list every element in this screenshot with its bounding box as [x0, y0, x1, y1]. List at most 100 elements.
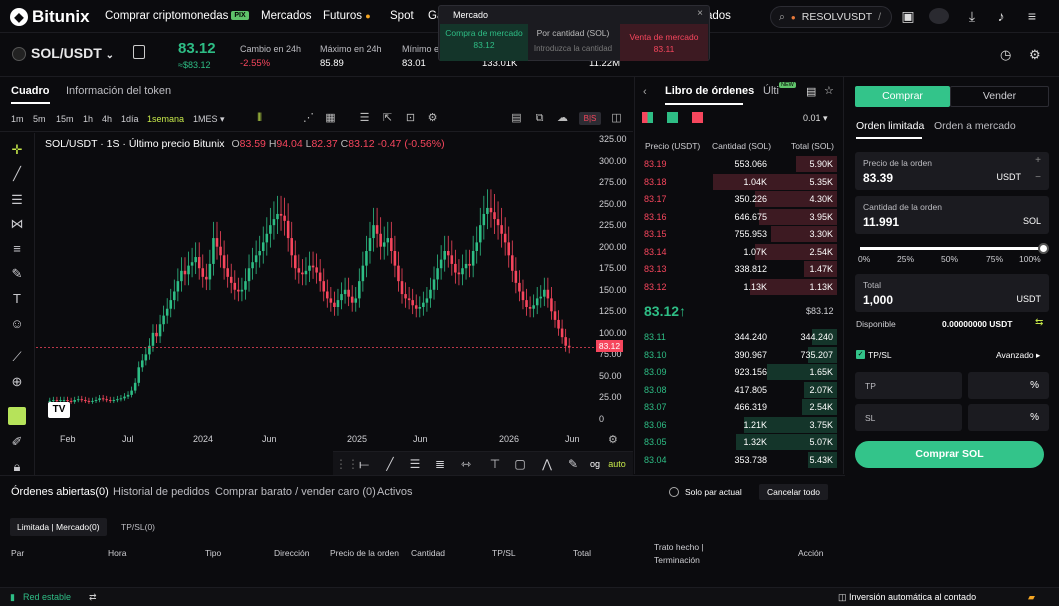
- market-order-tab[interactable]: Orden a mercado: [934, 120, 1016, 132]
- nav-buy-crypto[interactable]: Comprar criptomonedas PIX: [105, 10, 249, 22]
- ob-list-icon[interactable]: ▤: [806, 85, 816, 98]
- candlestick-chart[interactable]: [36, 133, 596, 453]
- slider-mark-25[interactable]: 25%: [897, 254, 914, 264]
- magnet-icon[interactable]: [8, 407, 26, 425]
- nav-futures[interactable]: Futuros ●: [323, 10, 371, 22]
- ask-row[interactable]: 83.15 755.953 3.30K: [635, 226, 841, 242]
- quantity-field[interactable]: Cantidad de la orden 11.991 SOL: [855, 196, 1049, 234]
- text-icon[interactable]: T: [8, 290, 26, 308]
- pitchfork-icon[interactable]: ⋈: [8, 215, 26, 233]
- wallet-icon[interactable]: ▣: [900, 8, 916, 24]
- emoji-icon[interactable]: ☺: [8, 315, 26, 333]
- close-icon[interactable]: ×: [697, 8, 703, 19]
- cloud-icon[interactable]: ☁: [556, 112, 569, 125]
- ask-row[interactable]: 83.12 1.13K 1.13K: [635, 278, 841, 295]
- tab-last-trades[interactable]: Últi NEW: [763, 82, 796, 97]
- clock-icon[interactable]: ◷: [1000, 47, 1011, 63]
- star-icon[interactable]: ☆: [824, 84, 834, 97]
- support-chat-icon[interactable]: ▰: [1028, 592, 1035, 603]
- tf-4h[interactable]: 4h: [102, 114, 112, 124]
- ask-row[interactable]: 83.16 646.675 3.95K: [635, 208, 841, 225]
- slider-mark-50[interactable]: 50%: [941, 254, 958, 264]
- buy-tab[interactable]: Comprar: [855, 86, 950, 107]
- auto-scale-toggle[interactable]: auto: [605, 456, 629, 472]
- tf-5m[interactable]: 5m: [33, 114, 46, 124]
- parallel-channel-icon[interactable]: ☰: [406, 456, 424, 472]
- log-scale-toggle[interactable]: og: [586, 456, 604, 472]
- tf-15m[interactable]: 15m: [56, 114, 74, 124]
- bsp-toggle-icon[interactable]: B|S: [579, 112, 601, 125]
- ob-view-bids-icon[interactable]: [667, 112, 678, 123]
- ruler-icon[interactable]: ⟋: [8, 348, 26, 366]
- bid-row[interactable]: 83.05 1.32K 5.07K: [635, 434, 841, 450]
- lock-icon[interactable]: 🔒︎: [8, 458, 26, 476]
- tab-chart[interactable]: Cuadro: [11, 85, 50, 104]
- layers-icon[interactable]: ◫: [610, 112, 623, 125]
- subtab-tpsl[interactable]: TP/SL(0): [121, 522, 155, 532]
- tpsl-checkbox[interactable]: ✓: [856, 350, 865, 359]
- tab-token-info[interactable]: Información del token: [66, 85, 171, 97]
- slider-mark-100[interactable]: 100%: [1019, 254, 1041, 264]
- indicators-icon[interactable]: ⋰: [302, 112, 315, 125]
- bid-row[interactable]: 83.04 353.738 5.43K: [635, 451, 841, 468]
- bid-row[interactable]: 83.06 1.21K 3.75K: [635, 416, 841, 433]
- sell-tab[interactable]: Vender: [950, 86, 1049, 107]
- download-icon[interactable]: ⤓: [964, 8, 980, 24]
- tp-percent-input[interactable]: %: [968, 372, 1049, 399]
- tf-1h[interactable]: 1h: [83, 114, 93, 124]
- rectangle-icon[interactable]: ▢: [511, 456, 529, 472]
- price-field[interactable]: Precio de la orden 83.39 USDT + −: [855, 152, 1049, 190]
- tf-1d[interactable]: 1día: [121, 114, 139, 124]
- decrement-button[interactable]: −: [1035, 172, 1041, 183]
- market-sell-button[interactable]: Venta de mercado 83.11: [620, 24, 708, 61]
- auto-invest-link[interactable]: Inversión automática al contado: [849, 592, 976, 602]
- tab-order-history[interactable]: Historial de pedidos: [113, 486, 210, 498]
- bid-row[interactable]: 83.09 923.156 1.65K: [635, 364, 841, 380]
- slider-mark-0[interactable]: 0%: [858, 254, 870, 264]
- sl-percent-input[interactable]: %: [968, 404, 1049, 431]
- bid-row[interactable]: 83.10 390.967 735.207: [635, 346, 841, 363]
- nav-spot[interactable]: Spot: [390, 10, 414, 22]
- chart-settings-icon[interactable]: ⚙: [608, 433, 618, 446]
- subtab-limit-market[interactable]: Limitada | Mercado(0): [10, 518, 107, 536]
- settings-icon[interactable]: ⚙: [426, 112, 439, 125]
- chat-icon[interactable]: ▤: [510, 112, 523, 125]
- nav-markets[interactable]: Mercados: [261, 10, 312, 22]
- ob-view-both-icon[interactable]: [642, 112, 653, 123]
- ask-row[interactable]: 83.14 1.07K 2.54K: [635, 243, 841, 260]
- pair-selector[interactable]: SOL/USDT ⌄: [31, 45, 114, 61]
- slider-knob[interactable]: [1038, 243, 1049, 254]
- avatar[interactable]: [929, 8, 949, 24]
- list-icon[interactable]: ☰: [358, 112, 371, 125]
- tf-1m[interactable]: 1m: [11, 114, 24, 124]
- vertical-line-icon[interactable]: ⊤: [486, 456, 504, 472]
- tf-1mo[interactable]: 1MES ▾: [193, 114, 225, 125]
- screenshot-icon[interactable]: ⊡: [404, 112, 417, 125]
- zoom-icon[interactable]: ⊕: [8, 373, 26, 391]
- only-current-radio[interactable]: [669, 487, 679, 497]
- crosshair-icon[interactable]: ✛: [8, 141, 26, 159]
- limit-order-tab[interactable]: Orden limitada: [856, 120, 924, 132]
- expand-icon[interactable]: ⇱: [381, 112, 394, 125]
- hline-icon[interactable]: ⟝: [355, 456, 373, 472]
- tab-order-book[interactable]: Libro de órdenes: [665, 85, 754, 97]
- trend-line-icon[interactable]: ╱: [381, 456, 399, 472]
- candle-type-icon[interactable]: ⦀: [253, 112, 266, 125]
- ask-row[interactable]: 83.18 1.04K 5.35K: [635, 173, 841, 190]
- market-buy-button[interactable]: Compra de mercado 83.12: [440, 24, 528, 61]
- fib-icon[interactable]: ≡: [8, 240, 26, 258]
- menu-icon[interactable]: ≡: [1024, 8, 1040, 24]
- tab-buy-low-sell-high[interactable]: Comprar barato / vender caro (0): [215, 486, 376, 498]
- horizontal-lines-icon[interactable]: ☰: [8, 191, 26, 209]
- tab-open-orders[interactable]: Órdenes abiertas(0): [11, 486, 109, 498]
- copy-icon[interactable]: [133, 45, 145, 59]
- pencil-lock-icon[interactable]: ✐: [8, 433, 26, 451]
- tab-assets[interactable]: Activos: [377, 486, 412, 498]
- sl-price-input[interactable]: SL: [855, 404, 962, 431]
- drag-handle-icon[interactable]: ⋮⋮: [335, 456, 359, 472]
- window-icon[interactable]: ⧉: [533, 112, 546, 125]
- gear-icon[interactable]: ⚙: [1029, 47, 1041, 63]
- tf-1w[interactable]: 1semana: [147, 114, 184, 124]
- bell-icon[interactable]: ♪: [993, 8, 1009, 24]
- increment-button[interactable]: +: [1035, 155, 1041, 166]
